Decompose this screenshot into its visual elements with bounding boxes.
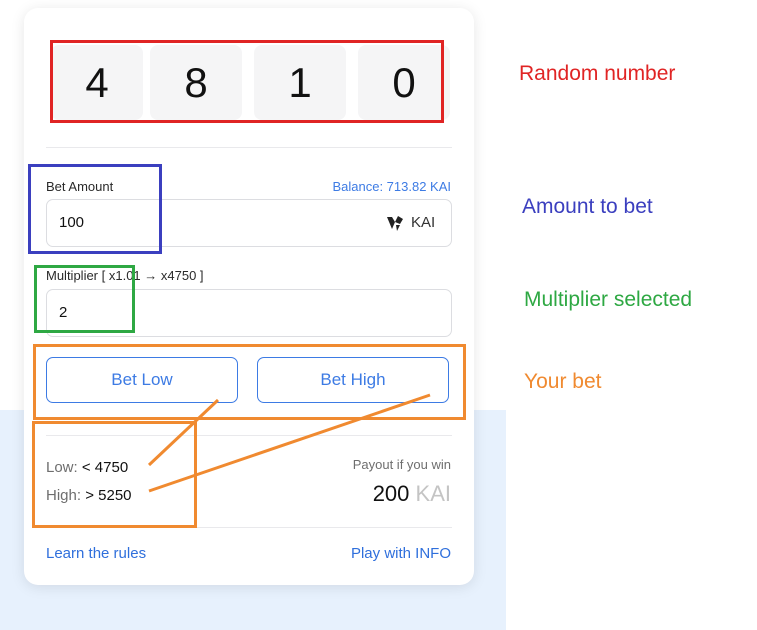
annotation-your-bet: Your bet	[524, 370, 602, 393]
annotation-amount-to-bet: Amount to bet	[522, 195, 653, 218]
annotation-random-number: Random number	[519, 62, 676, 85]
annotation-arrows	[147, 393, 431, 493]
high-arrow-line	[148, 393, 431, 493]
annotation-multiplier-selected: Multiplier selected	[524, 288, 693, 311]
low-arrow-line	[147, 398, 220, 467]
